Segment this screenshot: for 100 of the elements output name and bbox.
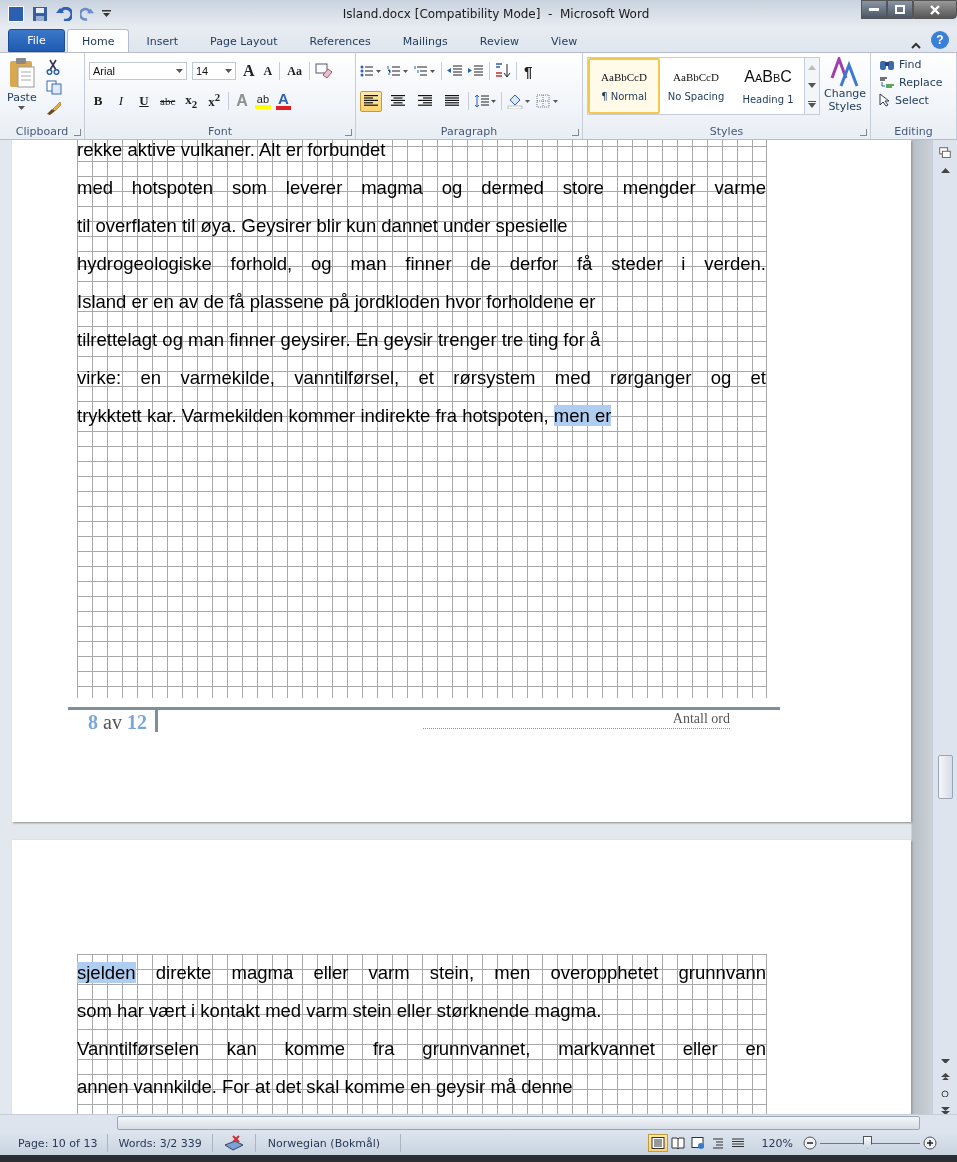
scroll-down-icon[interactable] bbox=[940, 1058, 950, 1063]
styles-triangles-icon bbox=[830, 57, 861, 87]
dialog-launcher-icon[interactable] bbox=[74, 129, 81, 136]
borders-icon[interactable] bbox=[536, 94, 560, 108]
text-line: Island er en av de få plassene på jordkloden hvor forholdene er bbox=[77, 290, 597, 314]
horizontal-scrollbar[interactable] bbox=[0, 1114, 957, 1131]
save-icon[interactable] bbox=[32, 6, 48, 22]
text-line: virke: en varmekilde, vanntilførsel, et rørsystem med rørganger og et bbox=[77, 366, 766, 390]
shading-icon[interactable] bbox=[507, 93, 531, 109]
minimize-icon bbox=[869, 7, 879, 12]
highlight-button[interactable]: ab bbox=[254, 93, 272, 109]
minimize-button[interactable] bbox=[861, 0, 887, 19]
shrink-font-button[interactable]: A bbox=[261, 63, 275, 79]
print-view-button[interactable] bbox=[647, 1134, 668, 1152]
page-number: 8 av 12 bbox=[68, 710, 158, 732]
font-color-button[interactable]: A bbox=[276, 92, 291, 110]
draft-layout-icon bbox=[730, 1137, 745, 1149]
align-left-icon bbox=[364, 95, 378, 107]
scroll-up-icon[interactable] bbox=[940, 168, 950, 173]
copy-icon[interactable] bbox=[45, 80, 62, 95]
decrease-indent-icon[interactable] bbox=[447, 65, 463, 77]
dialog-launcher-icon[interactable] bbox=[572, 129, 579, 136]
align-button[interactable] bbox=[360, 90, 382, 112]
increase-indent-icon[interactable] bbox=[468, 65, 484, 77]
word-count-status[interactable]: Words: 3/2 339 bbox=[108, 1134, 213, 1152]
ribbon-tab[interactable]: References bbox=[294, 29, 386, 52]
reading-layout-icon bbox=[670, 1137, 685, 1149]
dialog-launcher-icon[interactable] bbox=[345, 129, 352, 136]
scroll-down-icon[interactable] bbox=[808, 82, 816, 88]
vertical-scrollbar[interactable] bbox=[932, 140, 957, 1114]
format-button[interactable]: B bbox=[89, 93, 107, 109]
minimize-ribbon-icon[interactable] bbox=[911, 42, 921, 49]
ribbon-tab[interactable]: Page Layout bbox=[195, 29, 293, 52]
align-right-icon bbox=[418, 95, 432, 107]
select-button[interactable]: Select bbox=[879, 93, 952, 107]
format-button[interactable]: x$_{2}$ bbox=[182, 92, 201, 110]
file-tab[interactable]: File bbox=[8, 29, 65, 52]
zoom-out-icon[interactable] bbox=[803, 1136, 817, 1150]
page-status[interactable]: Page: 10 of 13 bbox=[8, 1134, 109, 1152]
cut-icon[interactable] bbox=[45, 59, 60, 75]
clipboard-icon bbox=[7, 57, 36, 89]
grow-font-button[interactable]: A bbox=[241, 62, 257, 80]
replace-button[interactable]: Replace bbox=[879, 75, 952, 89]
previous-page-icon[interactable] bbox=[940, 1073, 950, 1080]
text-line: annen vannkilde. For at det skal komme en geysir må denne bbox=[77, 1075, 574, 1099]
ruler-toggle-icon[interactable] bbox=[938, 146, 952, 159]
format-button[interactable]: I bbox=[112, 93, 130, 109]
group-label: Paragraph bbox=[440, 125, 498, 138]
close-icon bbox=[930, 4, 940, 15]
text-line: med hotspoten som leverer magma og dermed store mengder varme bbox=[77, 176, 766, 200]
format-painter-icon[interactable] bbox=[45, 100, 62, 116]
close-button[interactable] bbox=[913, 0, 957, 19]
zoom-in-icon[interactable] bbox=[923, 1136, 937, 1150]
scroll-thumb[interactable] bbox=[117, 1116, 920, 1130]
ribbon-tab[interactable]: Mailings bbox=[387, 29, 463, 52]
font-size-field[interactable]: 14 bbox=[192, 62, 236, 80]
font-name-field[interactable]: Arial bbox=[89, 62, 187, 80]
browse-object-icon[interactable] bbox=[941, 1090, 949, 1097]
line-spacing-icon[interactable] bbox=[474, 94, 496, 108]
text-line: Vanntilførselen kan komme fra grunnvannet, markvannet eller en bbox=[77, 1037, 766, 1061]
numbering-icon[interactable] bbox=[387, 65, 409, 77]
ribbon-tab[interactable]: Insert bbox=[131, 29, 194, 52]
redo-icon[interactable] bbox=[80, 7, 94, 21]
align-justify-icon bbox=[445, 95, 459, 107]
format-button[interactable]: x$^{2}$ bbox=[205, 91, 224, 111]
sort-icon[interactable] bbox=[495, 63, 511, 79]
zoom-slider-thumb[interactable] bbox=[863, 1135, 872, 1149]
ribbon-tab[interactable]: Review bbox=[464, 29, 535, 52]
bullets-icon[interactable] bbox=[360, 65, 382, 77]
find-button[interactable]: Find bbox=[879, 57, 952, 71]
format-button[interactable]: U bbox=[135, 93, 153, 109]
language-status[interactable]: Norwegian (Bokmål) bbox=[255, 1134, 402, 1152]
change-case-button[interactable]: Aa bbox=[285, 63, 304, 79]
style-item[interactable]: AaBbCcD No Spacing bbox=[660, 58, 732, 114]
scroll-thumb[interactable] bbox=[937, 754, 953, 799]
dialog-launcher-icon[interactable] bbox=[860, 129, 867, 136]
ribbon-tab[interactable]: Home bbox=[67, 29, 130, 52]
zoom-level[interactable]: 120% bbox=[747, 1136, 803, 1150]
expand-gallery-icon[interactable] bbox=[808, 100, 816, 108]
paste-button[interactable]: Paste bbox=[4, 57, 40, 124]
cursor-icon bbox=[879, 93, 891, 107]
proofing-icon[interactable] bbox=[222, 1135, 245, 1151]
align-center-icon bbox=[391, 95, 405, 107]
caret-icon bbox=[225, 69, 232, 73]
print-layout-icon bbox=[650, 1137, 665, 1149]
text-line: tilrettelagt og man finner geysirer. En geysir trenger tre ting for å bbox=[77, 328, 602, 352]
word-count-label: Antall ord bbox=[422, 710, 730, 729]
ribbon-tab[interactable]: View bbox=[536, 29, 593, 52]
undo-icon[interactable] bbox=[56, 7, 72, 21]
clear-formatting-icon[interactable] bbox=[314, 63, 333, 79]
customize-caret-icon[interactable] bbox=[102, 10, 111, 18]
change-styles-button[interactable]: Change Styles bbox=[824, 57, 867, 124]
style-item[interactable]: AaBbCcD ¶ Normal bbox=[588, 58, 660, 114]
format-button[interactable]: abc bbox=[158, 95, 178, 107]
maximize-button[interactable] bbox=[887, 0, 913, 19]
multilevel-list-icon[interactable] bbox=[414, 65, 436, 77]
web-layout-icon bbox=[690, 1137, 705, 1149]
show-formatting-button[interactable]: ¶ bbox=[522, 62, 535, 80]
help-button[interactable]: ? bbox=[931, 31, 949, 49]
style-item[interactable]: AaBbC Heading 1 bbox=[732, 58, 804, 114]
